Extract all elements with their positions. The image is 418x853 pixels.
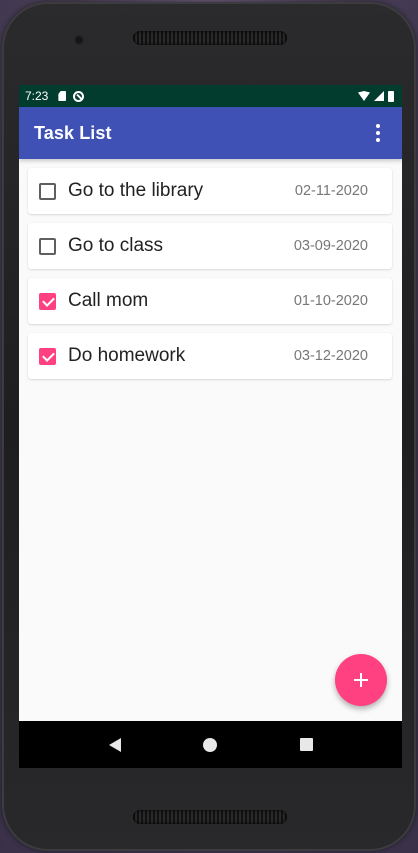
recents-icon: [299, 738, 313, 751]
task-title: Call mom: [68, 290, 149, 311]
add-task-button[interactable]: [335, 654, 387, 706]
task-item[interactable]: Call mom 01-10-2020: [28, 278, 392, 324]
task-checkbox[interactable]: [39, 292, 56, 310]
back-button[interactable]: [95, 725, 135, 765]
sd-card-icon: [58, 91, 67, 101]
battery-icon: [388, 90, 394, 102]
screen: 7:23 Task List Go to the library 02-11-2…: [19, 85, 402, 768]
sync-icon: [73, 90, 85, 102]
task-checkbox[interactable]: [39, 237, 56, 255]
task-checkbox[interactable]: [39, 347, 56, 365]
task-list: Go to the library 02-11-2020 Go to class…: [19, 159, 402, 379]
recents-button[interactable]: [286, 725, 326, 765]
signal-icon: [374, 91, 384, 101]
front-camera: [74, 35, 84, 45]
task-title: Go to the library: [68, 180, 204, 201]
task-title: Do homework: [68, 345, 186, 366]
task-date: 02-11-2020: [294, 183, 368, 199]
app-bar: Task List: [19, 107, 402, 159]
task-title: Go to class: [68, 235, 164, 256]
more-vert-icon[interactable]: [368, 122, 388, 144]
add-icon: [354, 673, 368, 687]
back-icon: [108, 737, 121, 752]
task-item[interactable]: Go to class 03-09-2020: [28, 223, 392, 269]
task-checkbox[interactable]: [39, 182, 56, 200]
page-title: Task List: [34, 122, 112, 143]
task-item[interactable]: Go to the library 02-11-2020: [28, 168, 392, 214]
status-right-icons: [358, 90, 394, 102]
task-date: 01-10-2020: [293, 293, 368, 309]
top-speaker: [133, 31, 287, 45]
task-item[interactable]: Do homework 03-12-2020: [28, 333, 392, 379]
task-date: 03-12-2020: [293, 348, 368, 364]
bottom-speaker: [133, 810, 287, 824]
navigation-bar: [19, 721, 402, 768]
wifi-icon: [358, 91, 370, 101]
status-time: 7:23: [25, 89, 49, 103]
task-date: 03-09-2020: [293, 238, 368, 254]
status-bar: 7:23: [19, 85, 402, 107]
home-icon: [203, 737, 218, 752]
phone-frame: 7:23 Task List Go to the library 02-11-2…: [2, 2, 416, 851]
home-button[interactable]: [190, 725, 230, 765]
